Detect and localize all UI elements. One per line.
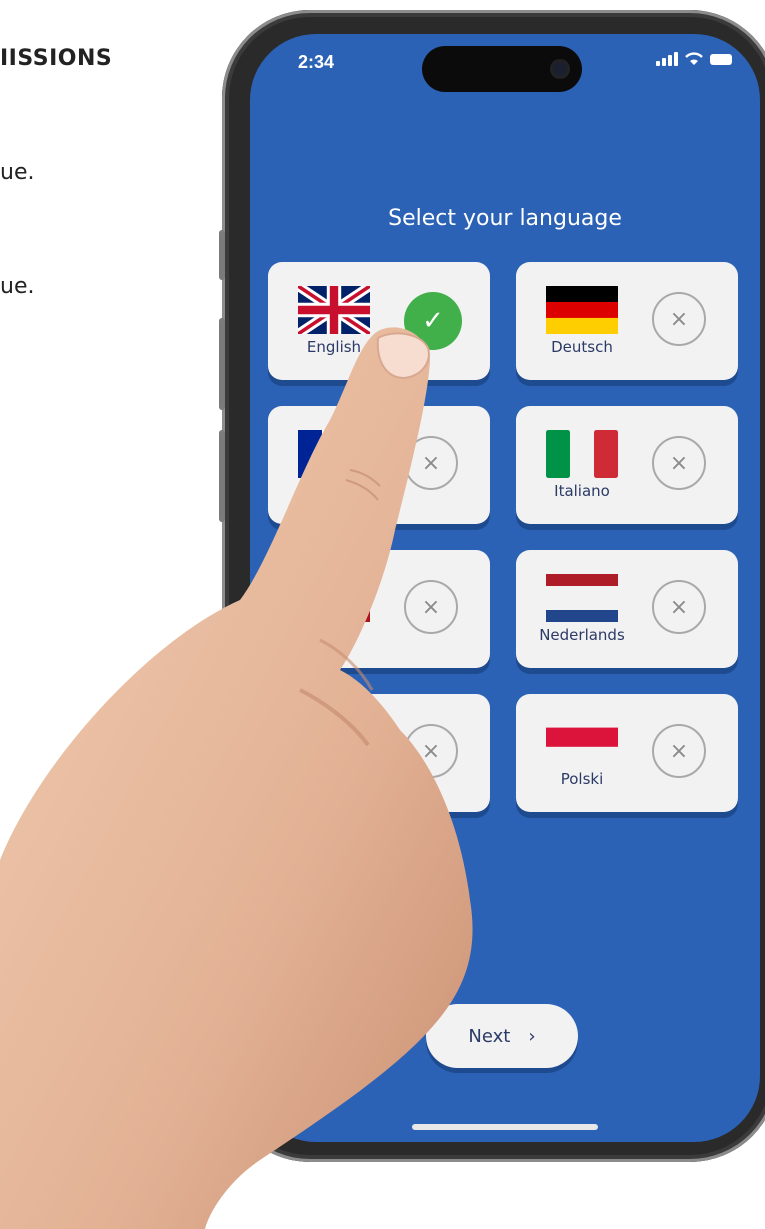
netherlands-flag-icon bbox=[546, 574, 618, 622]
uk-flag-icon bbox=[298, 286, 370, 334]
language-option-english[interactable]: English ✓ bbox=[268, 262, 490, 380]
next-button[interactable]: Next › bbox=[426, 1004, 578, 1068]
language-option-french[interactable]: × bbox=[268, 406, 490, 524]
section-heading: IISSIONS bbox=[0, 46, 113, 71]
language-option-polski[interactable]: Polski × bbox=[516, 694, 738, 812]
status-icons bbox=[656, 52, 732, 66]
close-icon[interactable]: × bbox=[404, 724, 458, 778]
close-icon[interactable]: × bbox=[652, 724, 706, 778]
body-text-line: ue. bbox=[0, 160, 35, 185]
close-icon[interactable]: × bbox=[404, 436, 458, 490]
language-label: English bbox=[306, 338, 362, 356]
language-option-deutsch[interactable]: Deutsch × bbox=[516, 262, 738, 380]
france-flag-icon bbox=[298, 430, 370, 478]
camera-icon bbox=[550, 59, 570, 79]
germany-flag-icon bbox=[546, 286, 618, 334]
language-option-nederlands[interactable]: Nederlands × bbox=[516, 550, 738, 668]
battery-icon bbox=[710, 53, 732, 65]
language-option-espanol[interactable]: panol × bbox=[268, 550, 490, 668]
poland-flag-icon bbox=[546, 727, 618, 747]
phone-side-button bbox=[219, 430, 225, 522]
status-time: 2:34 bbox=[298, 52, 335, 72]
language-label: Italiano bbox=[554, 482, 610, 500]
language-label: Polski bbox=[560, 770, 604, 788]
check-icon[interactable]: ✓ bbox=[404, 292, 462, 350]
language-label: Nederlands bbox=[539, 626, 625, 644]
close-icon[interactable]: × bbox=[652, 292, 706, 346]
page-title: Select your language bbox=[388, 206, 622, 231]
home-indicator[interactable] bbox=[412, 1124, 598, 1130]
body-text-line: ue. bbox=[0, 274, 35, 299]
dynamic-island bbox=[422, 46, 582, 92]
wifi-icon bbox=[685, 52, 703, 65]
phone-side-button bbox=[219, 318, 225, 410]
next-label: Next bbox=[468, 1025, 511, 1047]
spain-flag-icon bbox=[298, 574, 370, 622]
close-icon[interactable]: × bbox=[652, 580, 706, 634]
chevron-right-icon: › bbox=[528, 1025, 536, 1047]
close-icon[interactable]: × bbox=[652, 436, 706, 490]
language-option-italiano[interactable]: Italiano × bbox=[516, 406, 738, 524]
close-icon[interactable]: × bbox=[404, 580, 458, 634]
phone-screen: 2:34 Select your language English ✓ Deut… bbox=[250, 34, 760, 1142]
language-label: panol bbox=[313, 626, 355, 644]
language-label: Deutsch bbox=[551, 338, 613, 356]
italy-flag-icon bbox=[546, 430, 618, 478]
signal-icon bbox=[656, 52, 678, 66]
language-option[interactable]: × bbox=[268, 694, 490, 812]
phone-side-button bbox=[219, 230, 225, 280]
